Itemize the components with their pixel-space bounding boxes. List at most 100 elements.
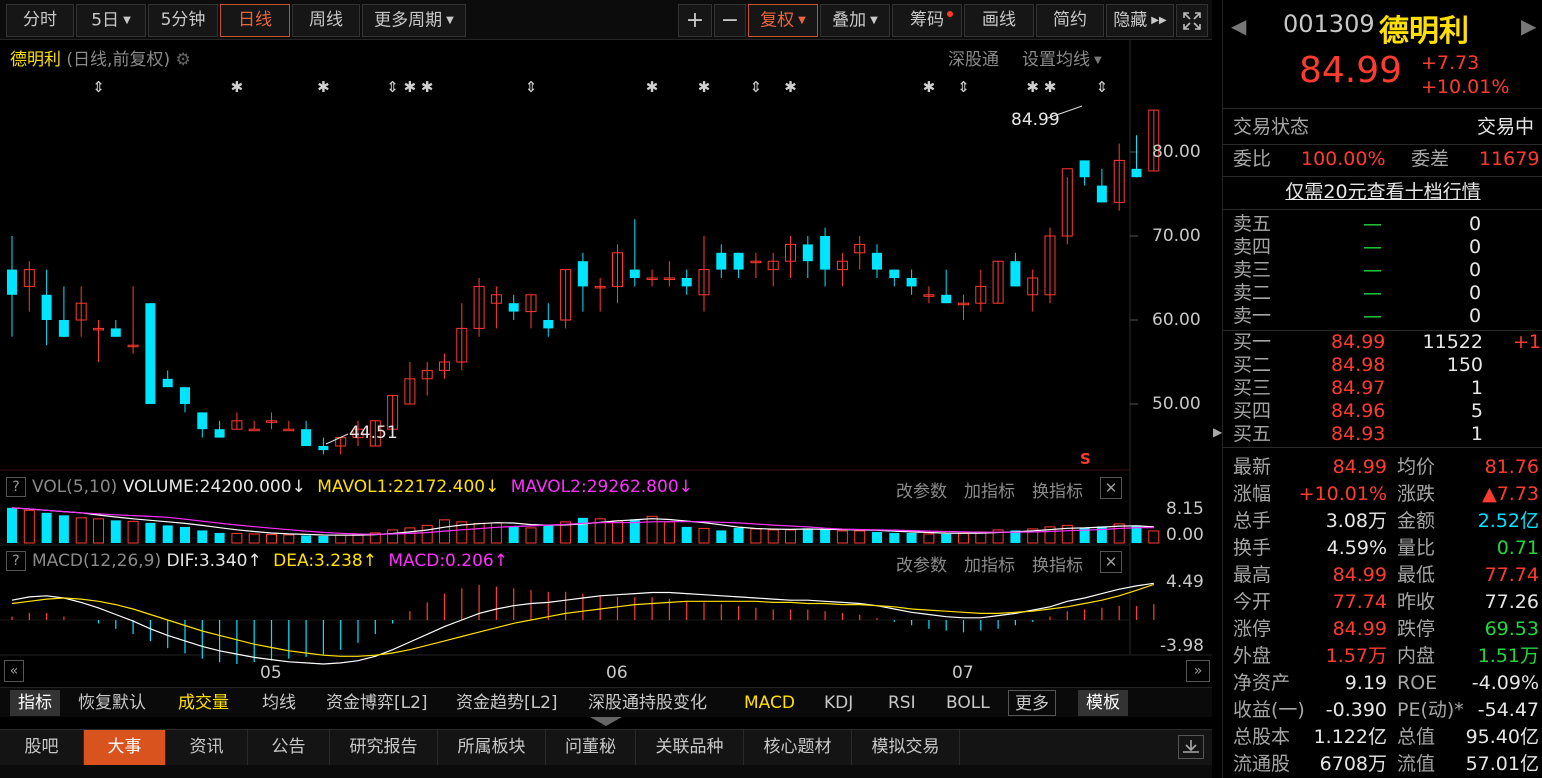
high-price-label: 84.99 (1011, 110, 1060, 130)
next-stock-icon[interactable]: ▶ (1521, 14, 1536, 38)
expand-icon[interactable] (1176, 4, 1208, 37)
stat-label: 外盘 (1233, 645, 1272, 667)
stat-row: 涨幅 +10.01% 涨跌 ▲7.73 (1223, 481, 1542, 507)
tab-sectors[interactable]: 所属板块 (438, 730, 546, 765)
prev-stock-icon[interactable]: ◀ (1231, 14, 1246, 38)
tab-template[interactable]: 模板 (1078, 690, 1128, 716)
volume-bar (785, 529, 796, 544)
stat-label: 今开 (1233, 591, 1272, 613)
tab-fund-game[interactable]: 资金博弈[L2] (326, 690, 428, 716)
chips-button[interactable]: 筹码 (892, 4, 962, 37)
info-tabs: 股吧 大事 资讯 公告 研究报告 所属板块 问董秘 关联品种 核心题材 模拟交易 (0, 729, 1212, 765)
tab-themes[interactable]: 核心题材 (744, 730, 852, 765)
stat-value: 95.40亿 (1465, 726, 1539, 748)
hide-button[interactable]: 隐藏 ▶▶ (1106, 4, 1174, 37)
stat-value: +10.01% (1298, 483, 1387, 505)
tab-related[interactable]: 关联品种 (636, 730, 744, 765)
tab-more[interactable]: 更多 (1008, 690, 1056, 716)
candle-body (41, 294, 52, 320)
period-5min-button[interactable]: 5分钟 (148, 4, 218, 37)
volume-bar (802, 528, 813, 543)
stat-row: 收益(一) -0.390 PE(动)* -54.47 (1223, 697, 1542, 723)
tab-ask-secretary[interactable]: 问董秘 (546, 730, 636, 765)
level10-promo-link[interactable]: 仅需20元查看十档行情 (1223, 181, 1542, 204)
volume-bar (820, 529, 831, 543)
tab-macd[interactable]: MACD (744, 690, 795, 716)
tab-volume[interactable]: 成交量 (178, 690, 229, 716)
tab-guba[interactable]: 股吧 (0, 730, 84, 765)
help-icon[interactable]: ? (6, 477, 26, 497)
volume-bar (941, 533, 952, 543)
macd-add-indicator-button[interactable]: 加指标 (964, 551, 1015, 576)
volume-bar (750, 528, 762, 544)
stat-row: 流通股 6708万 流值 57.01亿 (1223, 751, 1542, 777)
price-axis-80: 80.00 (1152, 142, 1201, 162)
stat-label: 最低 (1397, 564, 1436, 586)
stat-value: 1.57万 (1325, 645, 1387, 667)
simple-button[interactable]: 简约 (1036, 4, 1104, 37)
stat-value: 84.99 (1332, 564, 1387, 586)
volume-bar (197, 530, 208, 543)
macd-header: ? MACD(12,26,9) DIF:3.340↑ DEA:3.238↑ MAC… (0, 548, 1130, 574)
volume-bar (110, 520, 121, 543)
vol-param-button[interactable]: 改参数 (896, 477, 947, 502)
stat-value: 9.19 (1344, 672, 1387, 694)
macd-swap-indicator-button[interactable]: 换指标 (1032, 551, 1083, 576)
tab-events[interactable]: 大事 (84, 730, 166, 765)
stat-value: 57.01亿 (1465, 753, 1539, 775)
scroll-left-icon[interactable]: « (4, 660, 24, 682)
vol-add-indicator-button[interactable]: 加指标 (964, 477, 1015, 502)
tab-simulated-trading[interactable]: 模拟交易 (852, 730, 960, 765)
panel-collapse-icon[interactable]: ▶ (1213, 420, 1222, 444)
tab-restore-default[interactable]: 恢复默认 (78, 690, 146, 716)
zoom-in-button[interactable]: + (678, 4, 712, 37)
tab-research[interactable]: 研究报告 (330, 730, 438, 765)
zoom-out-button[interactable]: − (714, 4, 746, 37)
panel-toggle-icon[interactable] (590, 717, 622, 726)
close-icon[interactable]: ✕ (1100, 477, 1122, 499)
stat-label: 总值 (1397, 726, 1436, 748)
period-minute-button[interactable]: 分时 (6, 4, 74, 37)
volume-bar (7, 507, 17, 543)
scroll-right-icon[interactable]: » (1186, 660, 1210, 682)
event-marker: ⇕ (386, 78, 399, 96)
candle-body (577, 261, 588, 287)
buy-level-volume: 11522 (1422, 331, 1483, 353)
tab-announcements[interactable]: 公告 (248, 730, 330, 765)
tab-boll[interactable]: BOLL (946, 690, 990, 716)
arrow-down-icon: ↓ (678, 477, 693, 497)
tab-fund-trend[interactable]: 资金趋势[L2] (456, 690, 558, 716)
draw-button[interactable]: 画线 (964, 4, 1034, 37)
tab-kdj[interactable]: KDJ (824, 690, 853, 716)
stock-name: 德明利 (1379, 14, 1469, 49)
event-marker: ✱ (404, 78, 417, 96)
volume-bar (577, 517, 588, 543)
volume-bar (335, 534, 347, 544)
period-week-button[interactable]: 周线 (292, 4, 360, 37)
vol-swap-indicator-button[interactable]: 换指标 (1032, 477, 1083, 502)
help-icon[interactable]: ? (6, 551, 26, 571)
period-day-button[interactable]: 日线 (220, 4, 290, 37)
low-price-label: 44.51 (349, 423, 398, 443)
weibi-label: 委比 (1233, 148, 1272, 170)
more-periods-button[interactable]: 更多周期 ▼ (362, 4, 466, 37)
vol-volume: VOLUME:24200.000 (122, 477, 292, 497)
fuquan-button[interactable]: 复权 ▼ (748, 4, 818, 37)
tab-news[interactable]: 资讯 (166, 730, 248, 765)
tab-sgt-holding[interactable]: 深股通持股变化 (588, 690, 707, 716)
panel-dock-icon[interactable] (1178, 735, 1204, 759)
date-label-06: 06 (606, 663, 628, 683)
chart-area[interactable]: 德明利 (日线,前复权) ⚙ 深股通 设置均线 ▼ ⇕ ✱ ✱ ⇕ ✱ ✱ ⇕ ✱ ✱ ⇕ ✱ ✱ ⇕ ✱ ✱… (0, 40, 1212, 683)
arrow-up-icon: ↑ (247, 551, 262, 571)
overlay-button[interactable]: 叠加 ▼ (820, 4, 890, 37)
macd-param-button[interactable]: 改参数 (896, 551, 947, 576)
volume-bar (301, 535, 312, 543)
tab-rsi[interactable]: RSI (888, 690, 916, 716)
close-icon[interactable]: ✕ (1100, 551, 1122, 573)
volume-bar (180, 526, 190, 543)
tab-indicator[interactable]: 指标 (10, 690, 60, 716)
buy-level-price: 84.93 (1331, 423, 1386, 445)
sell-level-row: 卖四 — 0 (1223, 236, 1542, 259)
period-5day-button[interactable]: 5日 ▼ (76, 4, 146, 37)
tab-ma[interactable]: 均线 (262, 690, 296, 716)
